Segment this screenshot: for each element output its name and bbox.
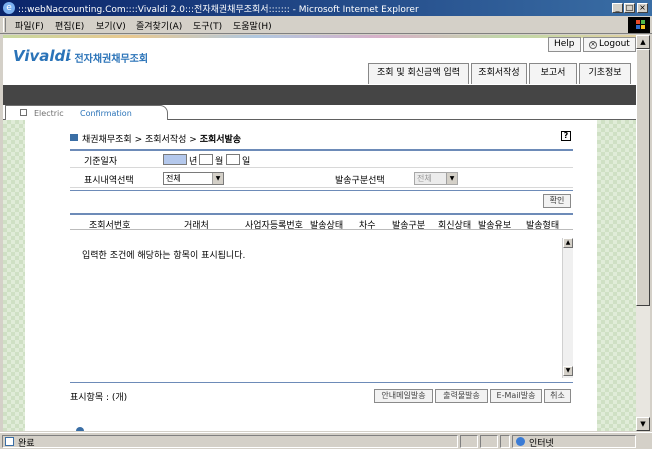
cancel-button[interactable]: 취소 xyxy=(544,389,571,403)
breadcrumb-separator: > xyxy=(189,135,197,145)
minimize-button[interactable]: _ xyxy=(612,3,623,13)
table-body: 입력한 조건에 해당하는 항목이 표시됩니다. ▲ ▼ xyxy=(70,232,573,380)
page-scroll-up-icon[interactable]: ▲ xyxy=(636,35,650,49)
logout-label: Logout xyxy=(599,39,630,49)
display-select-value: 전체 xyxy=(166,174,181,183)
electric-confirmation-tab[interactable]: Electric Confirmation xyxy=(5,105,168,120)
menu-view[interactable]: 보기(V) xyxy=(96,19,126,32)
page-done-icon xyxy=(5,437,14,446)
status-pane-2 xyxy=(480,435,498,448)
menu-bar: 파일(F) 편집(E) 보기(V) 즐겨찾기(A) 도구(T) 도움말(H) xyxy=(0,16,652,34)
date-row: 기준일자 년 월 일 xyxy=(70,151,573,168)
header-dark-bar xyxy=(3,85,636,105)
left-pattern-panel xyxy=(3,120,25,431)
page-scrollbar[interactable]: ▲ ▼ xyxy=(636,35,650,431)
table-header: 조회서번호 거래처 사업자등록번호 발송상태 차수 발송구분 회신상태 발송유보… xyxy=(70,213,573,231)
print-send-button[interactable]: 출력물발송 xyxy=(435,389,488,403)
right-pattern-panel xyxy=(597,120,636,431)
date-label: 기준일자 xyxy=(84,157,118,167)
email-send-button[interactable]: E-Mail발송 xyxy=(490,389,542,403)
col-send-hold[interactable]: 발송유보 xyxy=(478,218,511,231)
menu-help[interactable]: 도움말(H) xyxy=(233,19,272,32)
page-viewport: Vivaldi – 전자채권채무조회 Help × Logout 조회 및 회신금… xyxy=(3,35,636,431)
month-input[interactable] xyxy=(199,154,213,165)
header-color-strip xyxy=(3,35,636,38)
empty-message: 입력한 조건에 해당하는 항목이 표시됩니다. xyxy=(82,251,246,261)
tab-label-confirmation: Confirmation xyxy=(80,109,132,118)
breadcrumb-item-write[interactable]: 조회서작성 xyxy=(145,135,186,145)
zone-text: 인터넷 xyxy=(529,439,554,449)
col-reply-status[interactable]: 회신상태 xyxy=(438,218,471,231)
logout-icon: × xyxy=(589,41,597,49)
filter-row: 표시내역선택 전체 ▼ 발송구분선택 전체 ▼ xyxy=(70,169,573,188)
tab-inquiry-input[interactable]: 조회 및 회신금액 입력 xyxy=(368,63,469,84)
ie-icon: e xyxy=(3,2,15,14)
chevron-down-icon: ▼ xyxy=(446,173,457,184)
table-bottom-line xyxy=(70,382,573,383)
col-send-type[interactable]: 발송구분 xyxy=(392,218,425,231)
display-select-label: 표시내역선택 xyxy=(84,176,134,186)
status-pane-1 xyxy=(460,435,478,448)
footer-icon xyxy=(76,427,84,431)
item-count: 표시항목 : (개) xyxy=(70,393,128,403)
col-round[interactable]: 차수 xyxy=(359,218,376,231)
menu-grip xyxy=(3,18,6,32)
day-unit: 일 xyxy=(242,157,251,167)
col-customer[interactable]: 거래처 xyxy=(184,218,209,231)
status-pane-3 xyxy=(500,435,510,448)
tab-write-confirmation[interactable]: 조회서작성 xyxy=(471,63,527,84)
tab-label-electric: Electric xyxy=(34,109,64,118)
status-bar: 완료 인터넷 xyxy=(0,432,652,449)
scroll-up-icon[interactable]: ▲ xyxy=(563,238,573,248)
breadcrumb-separator: > xyxy=(134,135,143,145)
send-type-value: 전체 xyxy=(417,174,432,183)
table-scrollbar[interactable]: ▲ ▼ xyxy=(562,238,573,378)
window-title: :::webNaccounting.Com::::Vivaldi 2.0:::전… xyxy=(18,5,419,15)
breadcrumb-icon xyxy=(70,134,78,141)
day-input[interactable] xyxy=(226,154,240,165)
tab-box-icon xyxy=(20,109,27,116)
breadcrumb-item-receivables[interactable]: 채권채무조회 xyxy=(82,135,132,145)
page-scroll-down-icon[interactable]: ▼ xyxy=(636,417,650,431)
windows-logo-icon xyxy=(628,17,650,33)
send-type-select[interactable]: 전체 ▼ xyxy=(414,172,458,185)
guide-mail-button[interactable]: 안내메일발송 xyxy=(374,389,433,403)
status-text: 완료 xyxy=(18,439,35,449)
col-send-form[interactable]: 발송형태 xyxy=(526,218,559,231)
send-type-label: 발송구분선택 xyxy=(335,176,385,186)
breadcrumb: 채권채무조회 > 조회서작성 > 조회서발송 xyxy=(82,132,241,145)
chevron-down-icon: ▼ xyxy=(212,173,223,184)
tab-report[interactable]: 보고서 xyxy=(529,63,577,84)
menu-edit[interactable]: 편집(E) xyxy=(55,19,84,32)
scroll-down-icon[interactable]: ▼ xyxy=(563,366,573,376)
brand-logo[interactable]: Vivaldi xyxy=(13,47,70,65)
close-button[interactable]: × xyxy=(637,3,648,13)
menu-tools[interactable]: 도구(T) xyxy=(193,19,222,32)
brand-subtitle: – 전자채권채무조회 xyxy=(66,54,149,65)
help-label: Help xyxy=(554,39,575,49)
page-scroll-thumb[interactable] xyxy=(636,49,650,306)
logout-button[interactable]: × Logout xyxy=(583,37,636,52)
confirm-button[interactable]: 확인 xyxy=(543,194,571,208)
help-button[interactable]: Help xyxy=(548,37,581,52)
col-confirmation-no[interactable]: 조회서번호 xyxy=(89,218,130,231)
menu-favorites[interactable]: 즐겨찾기(A) xyxy=(136,19,182,32)
tab-basic-info[interactable]: 기초정보 xyxy=(579,63,631,84)
breadcrumb-current: 조회서발송 xyxy=(199,135,242,145)
window-title-bar: e :::webNaccounting.Com::::Vivaldi 2.0::… xyxy=(0,0,652,16)
internet-zone-icon xyxy=(516,437,525,446)
month-unit: 월 xyxy=(215,157,224,167)
form-bottom-line xyxy=(70,190,573,191)
col-send-status[interactable]: 발송상태 xyxy=(310,218,343,231)
status-pane-main xyxy=(2,435,458,448)
col-business-no[interactable]: 사업자등록번호 xyxy=(245,218,303,231)
maximize-button[interactable]: □ xyxy=(624,3,635,13)
menu-file[interactable]: 파일(F) xyxy=(15,19,44,32)
year-input[interactable] xyxy=(163,154,187,165)
help-question-icon[interactable]: ? xyxy=(561,131,571,141)
year-unit: 년 xyxy=(189,157,198,167)
display-select[interactable]: 전체 ▼ xyxy=(163,172,224,185)
